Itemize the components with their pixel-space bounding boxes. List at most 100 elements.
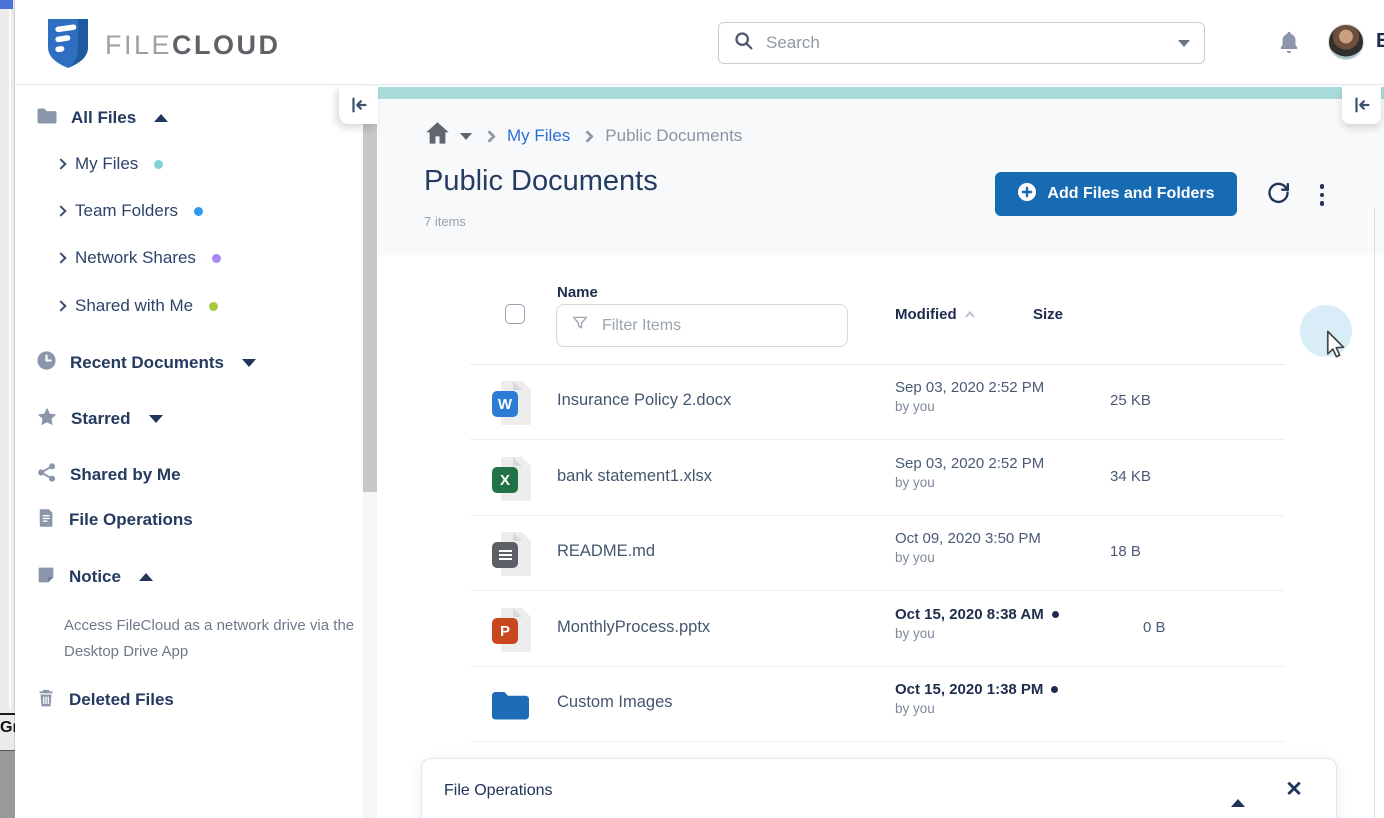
file-operations-panel-title: File Operations [444, 782, 553, 800]
modified-by: by you [895, 550, 1041, 565]
modified-by: by you [895, 399, 1044, 414]
sidebar-item-deleted-files[interactable]: Deleted Files [35, 686, 174, 714]
sidebar-item-my-files[interactable]: My Files [57, 150, 163, 178]
sidebar-item-recent-documents[interactable]: Recent Documents [35, 349, 256, 377]
select-all-checkbox[interactable] [505, 304, 525, 324]
sidebar-collapse-button[interactable] [339, 86, 378, 124]
more-options-button[interactable] [1314, 181, 1330, 209]
breadcrumb-link-my-files[interactable]: My Files [507, 126, 570, 146]
file-name: Insurance Policy 2.docx [557, 391, 731, 410]
right-panel-collapse-button[interactable] [1342, 86, 1381, 124]
notifications-bell-icon[interactable] [1277, 29, 1301, 56]
add-files-button[interactable]: Add Files and Folders [995, 172, 1237, 216]
markdown-file-icon [492, 531, 534, 577]
modified-by: by you [895, 475, 1044, 490]
user-name-partial: E [1376, 30, 1384, 53]
background-window: Gr [0, 0, 15, 818]
home-icon[interactable] [424, 121, 451, 151]
clock-icon [35, 349, 58, 377]
sidebar-item-starred[interactable]: Starred [35, 405, 163, 433]
expand-caret-icon [242, 359, 256, 367]
folder-row-custom-images[interactable]: Custom Images Oct 15, 2020 1:38 PM by yo… [470, 667, 1285, 742]
status-dot [212, 254, 221, 263]
sidebar-item-all-files[interactable]: All Files [35, 104, 168, 132]
size-column-header[interactable]: Size [1033, 306, 1063, 323]
file-name: bank statement1.xlsx [557, 467, 712, 486]
filecloud-logo: FILECLOUD [45, 16, 281, 75]
file-row-insurance-policy[interactable]: W Insurance Policy 2.docx Sep 03, 2020 2… [470, 365, 1285, 440]
filter-input[interactable] [602, 317, 833, 335]
user-avatar[interactable] [1328, 24, 1364, 60]
folder-icon [490, 689, 530, 727]
word-file-icon: W [492, 380, 534, 426]
filecloud-app: Gr FILECLOUD [0, 0, 1384, 818]
collapse-caret-icon [154, 114, 168, 122]
sidebar-item-shared-with-me[interactable]: Shared with Me [57, 292, 218, 320]
modified-date: Oct 09, 2020 3:50 PM [895, 530, 1041, 547]
filecloud-shield-icon [45, 16, 91, 75]
mouse-cursor [1326, 330, 1349, 367]
modified-date: Sep 03, 2020 2:52 PM [895, 379, 1044, 396]
file-name: MonthlyProcess.pptx [557, 618, 710, 637]
file-size: 25 KB [1110, 392, 1151, 409]
content-scrollbar-edge[interactable] [1374, 207, 1375, 818]
search-icon [733, 30, 754, 56]
main-content: My Files Public Documents Public Documen… [378, 85, 1384, 818]
topbar: FILECLOUD E [15, 0, 1384, 85]
file-name: README.md [557, 542, 655, 561]
modified-date: Sep 03, 2020 2:52 PM [895, 455, 1044, 472]
modified-date: Oct 15, 2020 8:38 AM [895, 606, 1059, 623]
search-scope-dropdown-icon[interactable] [1178, 40, 1190, 47]
panel-collapse-button[interactable] [1229, 783, 1247, 799]
chevron-right-icon [55, 205, 66, 216]
panel-close-button[interactable]: ✕ [1282, 775, 1306, 803]
excel-file-icon: X [492, 456, 534, 502]
recent-change-dot [1052, 611, 1059, 618]
search-input[interactable] [766, 33, 1166, 53]
page-title: Public Documents [424, 165, 658, 198]
file-row-monthly-process[interactable]: P MonthlyProcess.pptx Oct 15, 2020 8:38 … [470, 592, 1285, 667]
powerpoint-file-icon: P [492, 607, 534, 653]
collapse-caret-icon [139, 573, 153, 581]
collapse-left-icon [348, 94, 370, 116]
chevron-right-icon [55, 252, 66, 263]
chevron-right-icon [55, 158, 66, 169]
sidebar-item-shared-by-me[interactable]: Shared by Me [35, 461, 181, 489]
sidebar-item-team-folders[interactable]: Team Folders [57, 197, 203, 225]
sidebar: All Files My Files Team Folders Network … [15, 85, 378, 818]
status-dot [194, 207, 203, 216]
sidebar-item-notice[interactable]: Notice [35, 563, 153, 591]
breadcrumb-chevron-icon [483, 130, 496, 143]
modified-column-header[interactable]: Modified [895, 306, 976, 323]
modified-by: by you [895, 701, 1058, 716]
file-row-bank-statement[interactable]: X bank statement1.xlsx Sep 03, 2020 2:52… [470, 441, 1285, 516]
breadcrumb-current: Public Documents [605, 126, 742, 146]
status-dot [209, 302, 218, 311]
modified-by: by you [895, 626, 1059, 641]
breadcrumb-chevron-icon [581, 130, 594, 143]
sidebar-item-file-operations[interactable]: File Operations [35, 506, 193, 534]
expand-caret-icon [149, 415, 163, 423]
name-column-header[interactable]: Name [557, 284, 598, 301]
refresh-button[interactable] [1263, 179, 1293, 209]
item-count: 7 items [424, 214, 466, 229]
background-window-titlebar [0, 0, 13, 9]
note-icon [35, 564, 57, 591]
file-size: 34 KB [1110, 468, 1151, 485]
folder-name: Custom Images [557, 693, 673, 712]
file-operations-panel: File Operations ✕ [421, 758, 1337, 818]
document-icon [35, 507, 57, 534]
home-dropdown-caret-icon[interactable] [460, 133, 472, 140]
recent-change-dot [1051, 686, 1058, 693]
sidebar-item-network-shares[interactable]: Network Shares [57, 244, 221, 272]
filter-box [556, 304, 848, 347]
file-size: 18 B [1110, 543, 1141, 560]
file-row-readme[interactable]: README.md Oct 09, 2020 3:50 PM by you 18… [470, 516, 1285, 591]
logo-text: FILECLOUD [105, 30, 281, 61]
sidebar-scrollbar-thumb[interactable] [363, 86, 377, 492]
notice-text: Access FileCloud as a network drive via … [64, 613, 364, 664]
share-icon [35, 461, 58, 489]
file-size: 0 B [1143, 619, 1166, 636]
trash-icon [35, 687, 57, 714]
funnel-icon [571, 314, 589, 337]
